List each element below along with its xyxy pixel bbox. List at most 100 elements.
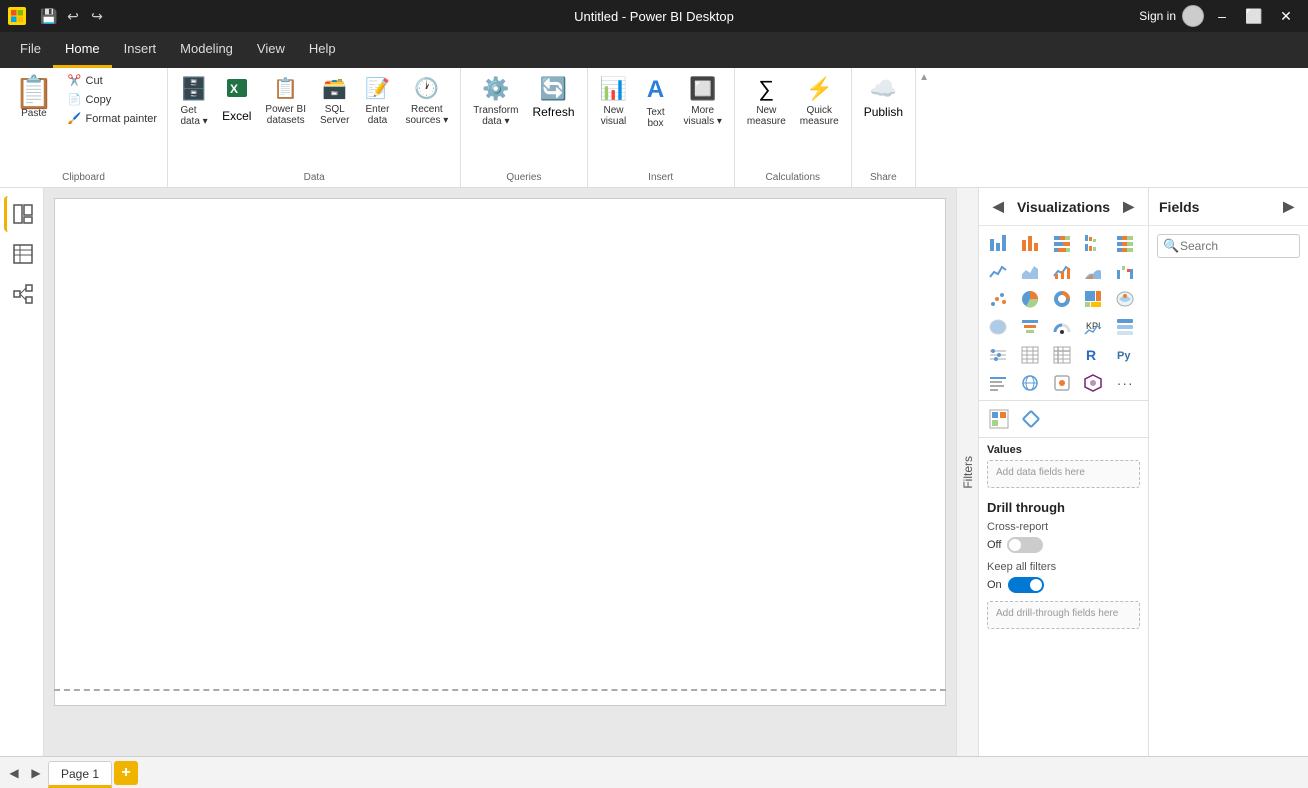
viz-map[interactable] [1112, 286, 1138, 312]
page-prev-button[interactable]: ◀ [4, 757, 24, 788]
viz-bar-chart[interactable] [985, 230, 1011, 256]
viz-matrix[interactable] [1049, 342, 1075, 368]
viz-100pct-stacked[interactable] [1112, 230, 1138, 256]
save-button[interactable]: 💾 [38, 5, 60, 27]
nav-model-view[interactable] [4, 276, 40, 312]
canvas-page[interactable] [54, 198, 946, 706]
menu-modeling[interactable]: Modeling [168, 32, 245, 68]
values-section: Values Add data fields here [979, 438, 1148, 494]
viz-waterfall[interactable] [1112, 258, 1138, 284]
svg-text:Py: Py [1117, 350, 1131, 362]
values-placeholder: Add data fields here [996, 467, 1085, 478]
get-data-label: Getdata ▾ [180, 105, 207, 127]
undo-button[interactable]: ↩ [62, 5, 84, 27]
excel-icon: X [225, 76, 249, 106]
menu-home[interactable]: Home [53, 32, 112, 68]
viz-smart-narrative[interactable] [985, 370, 1011, 396]
cross-report-toggle[interactable] [1007, 537, 1043, 553]
ribbon: 📋 Paste ✂️ Cut 📄 Copy 🖌️ Format painter [0, 68, 1308, 188]
close-button[interactable]: ✕ [1272, 2, 1300, 30]
viz-py-visual[interactable]: Py [1112, 342, 1138, 368]
viz-filled-map[interactable] [985, 314, 1011, 340]
viz-kpi[interactable]: KPI [1080, 314, 1106, 340]
nav-report-view[interactable] [4, 196, 40, 232]
copy-button[interactable]: 📄 Copy [64, 91, 161, 108]
left-nav [0, 188, 44, 756]
sql-server-label: SQLServer [320, 104, 349, 126]
cut-button[interactable]: ✂️ Cut [64, 72, 161, 89]
values-drop-area[interactable]: Add data fields here [987, 460, 1140, 488]
sql-server-button[interactable]: 🗃️ SQLServer [314, 72, 355, 130]
viz-pie-chart[interactable] [1017, 286, 1043, 312]
calculations-label: Calculations [741, 170, 845, 187]
ribbon-collapse-button[interactable]: ▲ [916, 68, 932, 83]
viz-line-chart[interactable] [985, 258, 1011, 284]
enter-data-button[interactable]: 📝 Enterdata [357, 72, 397, 130]
data-group: 🗄️ Getdata ▾ X Excel 📋 Power BIdatasets … [168, 68, 461, 187]
viz-data-tab-icon[interactable] [1017, 405, 1045, 433]
canvas-area[interactable] [44, 188, 956, 756]
new-measure-icon: ∑ [758, 76, 774, 102]
drill-through-drop-area[interactable]: Add drill-through fields here [987, 601, 1140, 629]
add-page-button[interactable]: + [114, 761, 138, 785]
new-measure-label: Newmeasure [747, 105, 786, 127]
viz-area-chart[interactable] [1017, 258, 1043, 284]
viz-scatter[interactable] [985, 286, 1011, 312]
menu-view[interactable]: View [245, 32, 297, 68]
svg-text:X: X [230, 82, 238, 96]
maximize-button[interactable]: ⬜ [1240, 2, 1268, 30]
filters-panel[interactable]: Filters [956, 188, 978, 756]
refresh-button[interactable]: 🔄 Refresh [526, 72, 580, 123]
paste-button[interactable]: 📋 Paste [6, 72, 62, 127]
menu-insert[interactable]: Insert [112, 32, 169, 68]
publish-button[interactable]: ☁️ Publish [858, 72, 909, 123]
viz-panel-next[interactable]: ▶ [1119, 196, 1138, 217]
recent-sources-button[interactable]: 🕐 Recentsources ▾ [399, 72, 454, 130]
transform-data-button[interactable]: ⚙️ Transformdata ▾ [467, 72, 524, 131]
viz-funnel[interactable] [1017, 314, 1043, 340]
viz-gauge[interactable] [1049, 314, 1075, 340]
viz-power-apps[interactable] [1080, 370, 1106, 396]
format-painter-button[interactable]: 🖌️ Format painter [64, 110, 161, 127]
keep-filters-toggle[interactable] [1008, 577, 1044, 593]
filters-label[interactable]: Filters [961, 448, 975, 497]
excel-button[interactable]: X Excel [216, 72, 257, 127]
viz-custom1[interactable] [1049, 370, 1075, 396]
visualizations-panel: ◀ Visualizations ▶ [978, 188, 1148, 756]
nav-data-view[interactable] [4, 236, 40, 272]
redo-button[interactable]: ↪ [86, 5, 108, 27]
page-next-button[interactable]: ▶ [26, 757, 46, 788]
page-tab-1[interactable]: Page 1 [48, 761, 112, 788]
viz-donut[interactable] [1049, 286, 1075, 312]
minimize-button[interactable]: ‒ [1208, 2, 1236, 30]
cross-report-toggle-thumb [1009, 539, 1021, 551]
viz-table[interactable] [1017, 342, 1043, 368]
fields-panel-expand[interactable]: ▶ [1279, 196, 1298, 217]
menu-help[interactable]: Help [297, 32, 348, 68]
viz-r-visual[interactable]: R [1080, 342, 1106, 368]
menu-bar: File Home Insert Modeling View Help [0, 32, 1308, 68]
viz-stacked-bar[interactable] [1049, 230, 1075, 256]
quick-measure-button[interactable]: ⚡ Quickmeasure [794, 72, 845, 131]
viz-column-chart[interactable] [1017, 230, 1043, 256]
viz-multi-row-card[interactable] [1112, 314, 1138, 340]
new-visual-button[interactable]: 📊 Newvisual [594, 72, 634, 131]
viz-panel-prev[interactable]: ◀ [989, 196, 1008, 217]
viz-globe[interactable] [1017, 370, 1043, 396]
more-visuals-button[interactable]: 🔲 Morevisuals ▾ [678, 72, 728, 131]
viz-more-button[interactable]: ··· [1112, 370, 1138, 396]
visualizations-panel-header: ◀ Visualizations ▶ [979, 188, 1148, 226]
sign-in-button[interactable]: Sign in [1139, 5, 1204, 27]
text-box-button[interactable]: A Textbox [636, 72, 676, 133]
viz-slicer[interactable] [985, 342, 1011, 368]
viz-clustered-bar[interactable] [1080, 230, 1106, 256]
new-measure-button[interactable]: ∑ Newmeasure [741, 72, 792, 131]
viz-line-cluster[interactable] [1049, 258, 1075, 284]
viz-treemap[interactable] [1080, 286, 1106, 312]
power-bi-datasets-button[interactable]: 📋 Power BIdatasets [259, 72, 312, 130]
search-icon: 🔍 [1163, 238, 1179, 254]
get-data-button[interactable]: 🗄️ Getdata ▾ [174, 72, 214, 131]
viz-format-tab-icon[interactable] [985, 405, 1013, 433]
viz-ribbon-chart[interactable] [1080, 258, 1106, 284]
menu-file[interactable]: File [8, 32, 53, 68]
